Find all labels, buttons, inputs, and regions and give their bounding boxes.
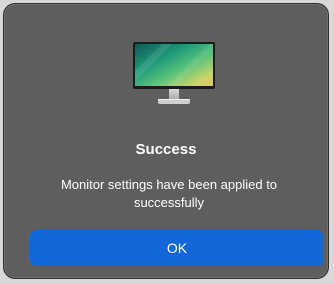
success-dialog: Success Monitor settings have been appli… [3,3,329,279]
ok-button[interactable]: OK [30,230,324,266]
dialog-title: Success [135,141,197,158]
dialog-message: Monitor settings have been applied to su… [60,177,278,210]
monitor-icon [132,41,216,107]
